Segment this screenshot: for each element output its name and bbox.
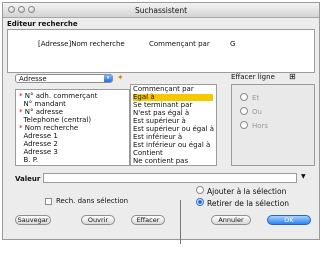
query-field: [Adresse]Nom recherche <box>38 40 125 48</box>
operator-list-item[interactable]: Commençant par <box>133 86 213 93</box>
query-value: G <box>230 40 236 48</box>
operator-list-item[interactable]: Contient <box>133 150 213 157</box>
field-list-item-label: Nom recherche <box>24 124 79 132</box>
field-list-item[interactable]: B. P. <box>19 157 38 164</box>
field-list-item-label: N° mandant <box>23 100 66 108</box>
cancel-button[interactable]: Annuler <box>211 215 251 225</box>
logic-options-box: Et Ou Hors <box>231 84 315 166</box>
field-list-item[interactable]: N° mandant <box>19 100 66 108</box>
clear-button[interactable]: Effacer <box>131 215 165 225</box>
title-bar: Suchassistent <box>3 3 319 18</box>
add-to-selection-radio[interactable] <box>196 186 204 194</box>
remove-from-selection-radio[interactable] <box>196 198 204 206</box>
value-label: Valeur <box>15 175 41 183</box>
search-in-selection-label: Rech. dans sélection <box>56 197 129 205</box>
dropdown-arrows-icon: ▾ <box>104 75 112 82</box>
editor-section-label: Editeur recherche <box>7 20 78 28</box>
delete-line-icon[interactable]: ⊞ <box>289 72 296 81</box>
operator-list-item[interactable]: Est supérieur ou égal à <box>133 126 214 133</box>
field-list-item-label: Adresse 1 <box>23 132 58 140</box>
logic-radio-label: Ou <box>252 108 262 116</box>
field-list-item[interactable]: Adresse 1 <box>19 132 58 140</box>
query-operator: Commençant par <box>149 40 210 48</box>
operator-list-item[interactable]: Est inférieur ou égal à <box>133 142 213 149</box>
field-list-item[interactable]: Telephone (central) <box>19 117 91 124</box>
sort-wand-icon[interactable]: ✦ <box>117 73 124 82</box>
search-in-selection-checkbox[interactable] <box>45 198 52 205</box>
operator-list-item[interactable]: Egal à <box>133 94 213 101</box>
operator-list-item[interactable]: Est supérieur à <box>133 118 213 125</box>
query-editor-box[interactable]: [Adresse]Nom recherche Commençant par G <box>7 29 315 73</box>
search-assistant-window: Suchassistent Editeur recherche [Adresse… <box>2 2 320 240</box>
operator-list-item[interactable]: Se terminant par <box>133 102 213 109</box>
field-list-item-label: Adresse 2 <box>23 140 58 148</box>
field-list-item-label: B. P. <box>23 156 39 164</box>
field-list[interactable]: * N° adh. commerçant N° mandant * N° adre… <box>15 89 130 166</box>
operator-list-item[interactable]: Est inférieur à <box>133 134 213 141</box>
save-button[interactable]: Sauvegar <box>15 215 51 225</box>
field-list-item[interactable]: * Nom recherche <box>19 125 78 132</box>
operator-list-item[interactable]: Ne contient pas <box>133 158 213 165</box>
logic-radio-1[interactable] <box>240 93 248 101</box>
add-to-selection-label: Ajouter à la sélection <box>207 187 287 196</box>
field-list-item-label: Adresse 3 <box>23 148 58 156</box>
ok-button[interactable]: OK <box>267 215 311 225</box>
open-button[interactable]: Ouvrir <box>81 215 115 225</box>
value-dropdown-arrow-icon[interactable]: ▼ <box>301 173 306 180</box>
field-list-item[interactable]: Adresse 2 <box>19 140 58 148</box>
field-list-item[interactable]: * N° adresse <box>19 109 63 116</box>
delete-line-label: Effacer ligne <box>231 73 275 81</box>
operator-list-item[interactable]: N'est pas égal à <box>133 110 213 117</box>
logic-radio-label: Hors <box>252 122 269 130</box>
field-list-item[interactable]: * N° adh. commerçant <box>19 93 97 100</box>
logic-radio-2[interactable] <box>240 107 248 115</box>
table-dropdown[interactable]: Adresse ▾ <box>15 74 113 83</box>
logic-radio-3[interactable] <box>240 121 248 129</box>
remove-from-selection-label: Retirer de la sélection <box>207 199 290 208</box>
field-list-item-label: N° adresse <box>24 108 64 116</box>
operator-list[interactable]: Commençant par Egal à Se terminant par N'es… <box>130 84 217 166</box>
field-list-item[interactable]: Adresse 3 <box>19 148 58 156</box>
field-list-item-label: N° adh. commerçant <box>24 92 98 100</box>
table-dropdown-value: Adresse <box>19 75 47 83</box>
value-input[interactable] <box>43 173 297 183</box>
field-list-item-label: Telephone (central) <box>23 116 92 124</box>
divider-line <box>180 200 181 244</box>
window-title: Suchassistent <box>134 6 188 15</box>
logic-radio-label: Et <box>252 94 260 102</box>
